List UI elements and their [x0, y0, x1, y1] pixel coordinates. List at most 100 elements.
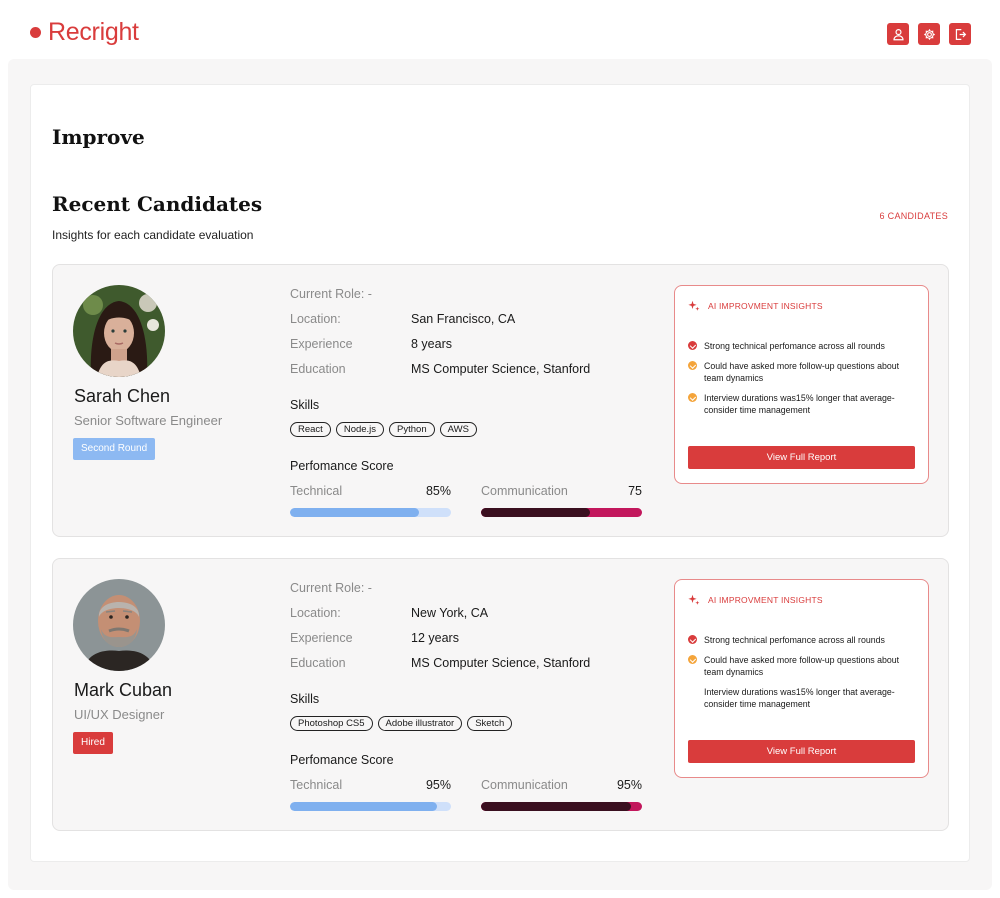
technical-label: Technical: [290, 484, 343, 498]
avatar: [73, 579, 165, 671]
communication-label: Communication: [481, 484, 568, 498]
main-panel: Improve Recent Candidates Insights for e…: [30, 84, 970, 862]
ai-insights-box: AI IMPROVMENT INSIGHTS Strong technical …: [674, 285, 929, 484]
logo-text: Recright: [48, 18, 139, 46]
gear-icon: [923, 28, 935, 40]
insight-item: Could have asked more follow-up question…: [688, 654, 918, 678]
page-title: Improve: [52, 125, 145, 149]
location-label: Location:: [290, 606, 341, 620]
insights-title: AI IMPROVMENT INSIGHTS: [708, 595, 823, 605]
insight-item: Strong technical perfomance across all r…: [688, 340, 918, 352]
technical-bar: [290, 508, 451, 517]
skills-list: React Node.js Python AWS: [290, 422, 477, 437]
check-icon: [688, 341, 697, 350]
ai-insights-box: AI IMPROVMENT INSIGHTS Strong technical …: [674, 579, 929, 778]
check-icon: [688, 361, 697, 370]
top-bar: Recright: [0, 0, 1000, 60]
insight-item: Strong technical perfomance across all r…: [688, 634, 918, 646]
technical-bar-fill: [290, 802, 437, 811]
experience-row: Experience 8 years: [290, 335, 650, 360]
candidate-count[interactable]: 6 CANDIDATES: [880, 211, 948, 221]
skill-chip: React: [290, 422, 331, 437]
technical-score: 85%: [425, 484, 451, 498]
location-value: San Francisco, CA: [411, 312, 516, 326]
current-role-row: Current Role: -: [290, 285, 650, 310]
skills-label: Skills: [290, 692, 320, 706]
location-value: New York, CA: [411, 606, 489, 620]
experience-label: Experience: [290, 337, 353, 351]
skill-chip: Adobe illustrator: [377, 716, 463, 731]
skill-chip: Photoshop CS5: [290, 716, 373, 731]
education-value: MS Computer Science, Stanford: [411, 656, 591, 670]
skill-chip: Python: [389, 422, 435, 437]
logo-dot: [30, 26, 41, 38]
candidate-card[interactable]: Sarah Chen Senior Software Engineer Seco…: [52, 264, 949, 537]
experience-value: 8 years: [411, 337, 452, 351]
user-icon: [892, 28, 904, 40]
location-row: Location: San Francisco, CA: [290, 310, 650, 335]
insights-list: Strong technical perfomance across all r…: [688, 634, 918, 718]
candidate-details: Current Role: - Location: New York, CA E…: [290, 579, 650, 679]
check-icon: [688, 393, 697, 402]
skill-chip: Sketch: [467, 716, 513, 731]
candidate-name: Sarah Chen: [74, 386, 171, 406]
insight-item: Interview durations was15% longer that a…: [688, 686, 918, 710]
technical-bar-fill: [290, 508, 419, 517]
insight-text: Interview durations was15% longer that a…: [704, 393, 895, 415]
current-role-label: Current Role: -: [290, 581, 372, 595]
communication-bar: [481, 802, 642, 811]
skills-list: Photoshop CS5 Adobe illustrator Sketch: [290, 716, 513, 731]
performance-label: Perfomance Score: [290, 459, 394, 473]
current-role-label: Current Role: -: [290, 287, 372, 301]
header-actions: [887, 23, 971, 45]
check-icon: [688, 635, 697, 644]
candidate-card[interactable]: Mark Cuban UI/UX Designer Hired Current …: [52, 558, 949, 831]
insights-title: AI IMPROVMENT INSIGHTS: [708, 301, 823, 311]
stage-badge: Second Round: [73, 438, 156, 460]
view-full-report-button[interactable]: View Full Report: [688, 446, 915, 469]
communication-bar-fill: [481, 508, 591, 517]
technical-label: Technical: [290, 778, 343, 792]
experience-row: Experience 12 years: [290, 629, 650, 654]
settings-button[interactable]: [918, 23, 940, 45]
experience-value: 12 years: [411, 631, 459, 645]
experience-label: Experience: [290, 631, 353, 645]
location-row: Location: New York, CA: [290, 604, 650, 629]
stage-badge: Hired: [73, 732, 113, 754]
insights-header: AI IMPROVMENT INSIGHTS: [688, 594, 823, 606]
check-icon: [688, 655, 697, 664]
communication-score: 95%: [616, 778, 642, 792]
candidate-details: Current Role: - Location: San Francisco,…: [290, 285, 650, 385]
insight-text: Strong technical perfomance across all r…: [704, 341, 885, 351]
logout-button[interactable]: [949, 23, 971, 45]
communication-bar-fill: [481, 802, 631, 811]
candidate-name: Mark Cuban: [74, 680, 173, 700]
communication-score: 75: [628, 484, 642, 498]
technical-score: 95%: [425, 778, 451, 792]
communication-label: Communication: [481, 778, 568, 792]
insights-header: AI IMPROVMENT INSIGHTS: [688, 300, 823, 312]
section-title: Recent Candidates: [52, 192, 263, 216]
current-role-row: Current Role: -: [290, 579, 650, 604]
skill-chip: AWS: [439, 422, 477, 437]
education-row: Education MS Computer Science, Stanford: [290, 360, 650, 385]
location-label: Location:: [290, 312, 341, 326]
bullet-placeholder: [688, 687, 697, 696]
skills-label: Skills: [290, 398, 320, 412]
insight-text: Strong technical perfomance across all r…: [704, 635, 885, 645]
skill-chip: Node.js: [335, 422, 385, 437]
candidate-photo: [73, 285, 165, 377]
insight-item: Could have asked more follow-up question…: [688, 360, 918, 384]
view-full-report-button[interactable]: View Full Report: [688, 740, 915, 763]
sparkle-icon: [688, 594, 700, 605]
communication-bar: [481, 508, 642, 517]
insight-item: Interview durations was15% longer that a…: [688, 392, 918, 416]
education-value: MS Computer Science, Stanford: [411, 362, 591, 376]
education-row: Education MS Computer Science, Stanford: [290, 654, 650, 679]
performance-label: Perfomance Score: [290, 753, 394, 767]
logo[interactable]: Recright: [30, 17, 139, 47]
profile-button[interactable]: [887, 23, 909, 45]
avatar: [73, 285, 165, 377]
insight-text: Could have asked more follow-up question…: [704, 361, 900, 383]
logout-icon: [955, 28, 966, 40]
